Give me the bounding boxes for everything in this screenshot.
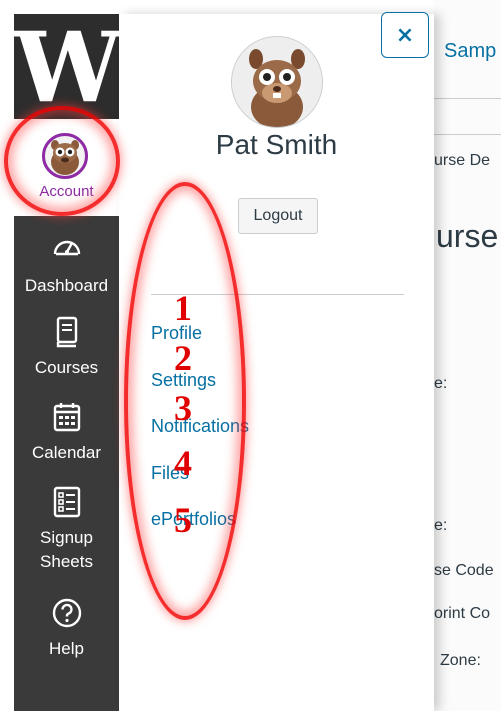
page-heading: urse [436,218,499,254]
annotation-number: 5 [174,500,192,540]
nav-item-label: Dashboard [24,276,109,295]
logout-button[interactable]: Logout [238,198,318,234]
nav-item-signup-sheets[interactable]: Signup Sheets [14,486,119,574]
nav-item-label: Courses [34,358,99,377]
question-circle-icon [52,598,81,628]
institution-logo[interactable]: W [14,14,122,122]
course-page-background: Samp urse De urse e: e: se Code orint Co… [434,0,501,711]
book-icon [56,316,77,348]
header-divider [434,98,501,99]
nav-item-label: Help [49,639,84,658]
field-label: e: [434,517,448,534]
nav-item-dashboard[interactable]: Dashboard [14,232,119,298]
list-checkbox-icon [53,486,80,518]
annotation-highlight-account [8,110,116,212]
breadcrumb[interactable]: urse De [434,152,490,170]
nav-item-label: Calendar [32,443,101,462]
nav-item-help[interactable]: Help [14,597,119,661]
breadcrumb-divider [434,134,501,135]
field-label: Zone: [440,652,481,669]
nav-item-label: Signup Sheets [40,528,93,571]
field-label: e: [434,375,448,392]
annotation-number: 4 [174,443,192,483]
user-avatar[interactable] [231,36,323,128]
annotation-number: 2 [174,338,192,378]
field-label: se Code [434,562,494,579]
squirrel-avatar-icon [232,37,322,127]
nav-item-calendar[interactable]: Calendar [14,401,119,465]
annotation-number: 3 [174,388,192,428]
nav-item-courses[interactable]: Courses [14,316,119,380]
course-title-link[interactable]: Samp [444,40,496,63]
close-tray-button[interactable]: × [381,12,429,58]
field-label: orint Co [434,605,491,622]
calendar-icon [53,403,80,432]
annotation-number: 1 [174,288,192,328]
user-name: Pat Smith [215,129,338,160]
speedometer-icon [53,240,80,256]
